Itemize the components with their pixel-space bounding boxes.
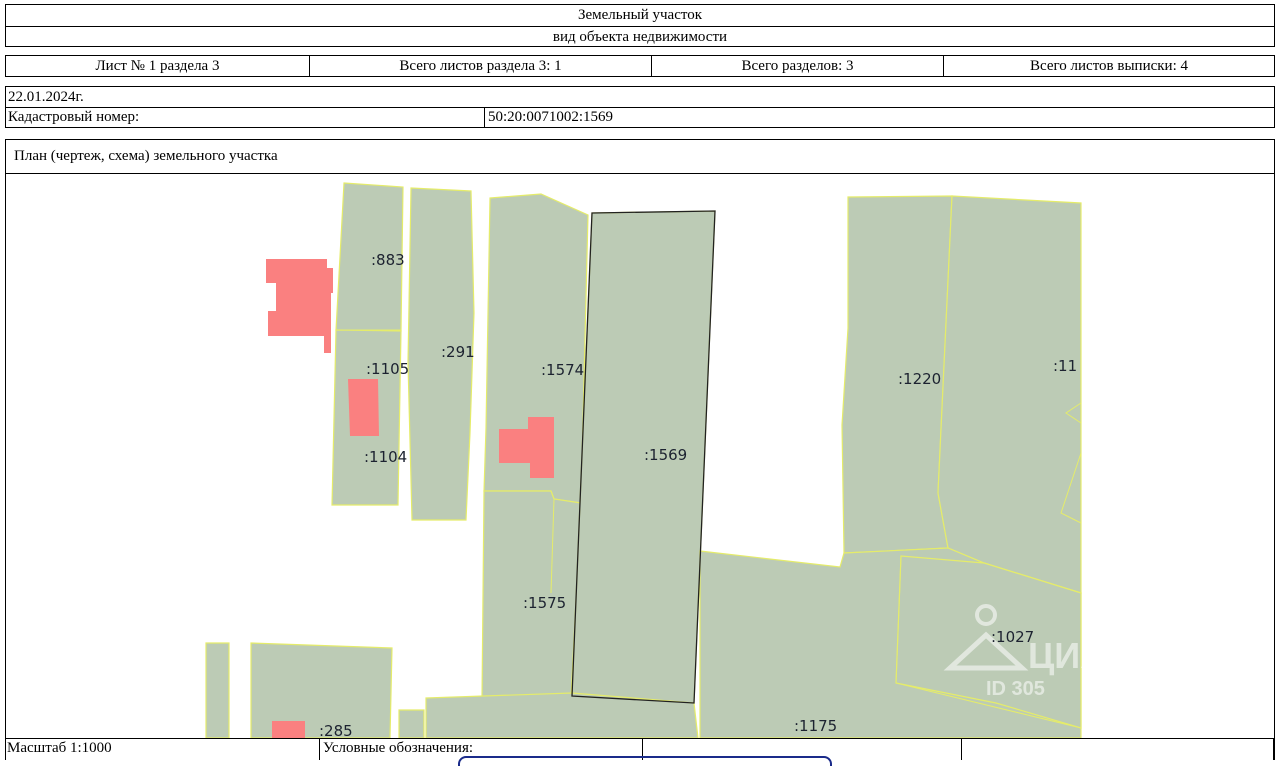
label-1175: :1175 [794,717,837,735]
date-cadastral-block: 22.01.2024г. Кадастровый номер: 50:20:00… [5,86,1275,128]
cadastral-number: 50:20:0071002:1569 [488,109,614,125]
building-1105 [348,379,379,436]
plan-title: План (чертеж, схема) земельного участка [14,148,278,164]
plan-drawing: ЦИАН ID 305 :883 :1105 :291 :1574 :1104 … [5,173,1275,738]
plot-bottom [425,692,699,738]
label-1569: :1569 [644,446,687,464]
label-883: :883 [371,251,405,269]
legend-cell-2 [962,739,1274,760]
plan-title-row: План (чертеж, схема) земельного участка [5,139,1275,174]
scale: Масштаб 1:1000 [6,739,320,760]
label-1220: :1220 [898,370,941,388]
plot-11 [937,195,1082,594]
plot-left-strip [205,642,230,738]
label-1104: :1104 [364,448,407,466]
label-1574: :1574 [541,361,584,379]
cadastral-map: ЦИАН ID 305 :883 :1105 :291 :1574 :1104 … [205,182,1132,738]
legend-sample [458,756,832,766]
footer-row: Масштаб 1:1000 Условные обозначения: [5,738,1275,766]
plot-small [398,709,425,738]
total-sheets-section: Всего листов раздела 3: 1 [310,56,652,76]
building-near-883 [266,259,333,353]
building-285 [272,721,305,738]
label-285: :285 [319,722,353,738]
label-1027: :1027 [991,628,1034,646]
label-291: :291 [441,343,475,361]
cadastral-label: Кадастровый номер: [8,109,140,125]
label-11: :11 [1053,357,1077,375]
total-sheets-extract: Всего листов выписки: 4 [1030,58,1188,74]
watermark-id: ID 305 [986,678,1045,700]
object-subtitle: вид объекта недвижимости [552,29,728,45]
sheet-info-row: Лист № 1 раздела 3 Всего листов раздела … [5,55,1275,77]
total-sections: Всего разделов: 3 [652,56,944,76]
sheet-number: Лист № 1 раздела 3 [6,56,310,76]
watermark-brand: ЦИАН [1028,635,1132,676]
extract-date: 22.01.2024г. [8,89,84,105]
object-title: Земельный участок [6,5,1274,27]
header-box: Земельный участок вид объекта недвижимос… [5,4,1275,47]
label-1575: :1575 [523,594,566,612]
label-1105: :1105 [366,360,409,378]
